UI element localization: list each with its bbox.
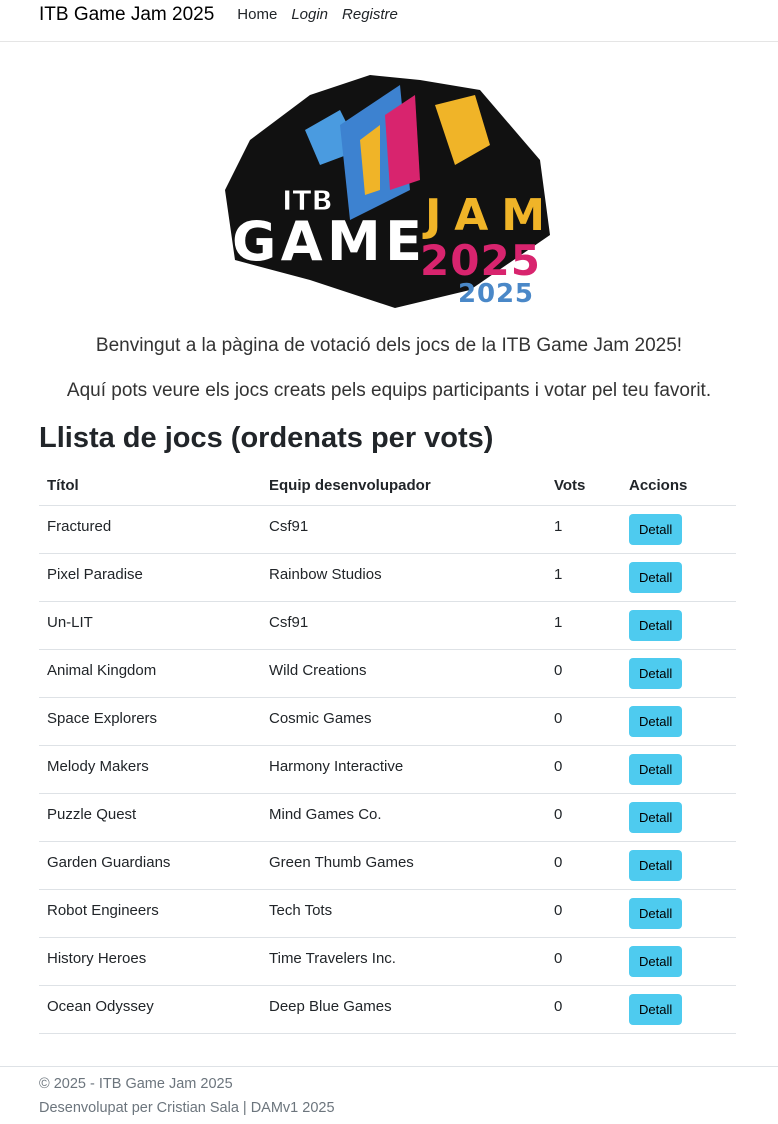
vote-count: 0 [546, 649, 621, 698]
vote-count: 0 [546, 697, 621, 746]
actions-cell: Detall [621, 985, 736, 1034]
team-name: Harmony Interactive [261, 745, 546, 794]
svg-text:JAM: JAM [422, 190, 545, 241]
header-team: Equip desenvolupador [261, 466, 546, 506]
table-row: Fractured Csf91 1 Detall [39, 505, 736, 554]
games-table: Títol Equip desenvolupador Vots Accions … [39, 466, 736, 1034]
detail-button[interactable]: Detall [629, 753, 683, 785]
actions-cell: Detall [621, 649, 736, 698]
detail-button[interactable]: Detall [629, 897, 683, 929]
header-title: Títol [39, 466, 261, 506]
table-row: Pixel Paradise Rainbow Studios 1 Detall [39, 553, 736, 602]
game-jam-logo: ITB GAME JAM 2025 2025 [225, 75, 550, 309]
detail-button[interactable]: Detall [629, 801, 683, 833]
brand-link[interactable]: ITB Game Jam 2025 [39, 4, 214, 26]
table-row: History Heroes Time Travelers Inc. 0 Detall [39, 937, 736, 986]
detail-button[interactable]: Detall [629, 945, 683, 977]
team-name: Tech Tots [261, 889, 546, 938]
table-row: Melody Makers Harmony Interactive 0 Detall [39, 745, 736, 794]
detail-button[interactable]: Detall [629, 993, 683, 1025]
table-row: Space Explorers Cosmic Games 0 Detall [39, 697, 736, 746]
detail-button[interactable]: Detall [629, 561, 683, 593]
game-title: Garden Guardians [39, 841, 261, 890]
detail-button[interactable]: Detall [629, 705, 683, 737]
navbar: ITB Game Jam 2025 Home Login Registre [0, 0, 778, 42]
table-header: Títol Equip desenvolupador Vots Accions [39, 466, 736, 506]
team-name: Mind Games Co. [261, 793, 546, 842]
nav-register[interactable]: Registre [342, 6, 398, 23]
nav-login[interactable]: Login [291, 6, 328, 23]
game-title: Fractured [39, 505, 261, 554]
team-name: Wild Creations [261, 649, 546, 698]
nav-home[interactable]: Home [237, 6, 277, 23]
header-actions: Accions [621, 466, 736, 506]
vote-count: 0 [546, 841, 621, 890]
actions-cell: Detall [621, 601, 736, 650]
footer-copyright: © 2025 - ITB Game Jam 2025 [39, 1076, 233, 1092]
table-row: Animal Kingdom Wild Creations 0 Detall [39, 649, 736, 698]
game-title: History Heroes [39, 937, 261, 986]
vote-count: 1 [546, 553, 621, 602]
vote-count: 1 [546, 601, 621, 650]
actions-cell: Detall [621, 553, 736, 602]
game-title: Un-LIT [39, 601, 261, 650]
vote-count: 0 [546, 793, 621, 842]
table-row: Ocean Odyssey Deep Blue Games 0 Detall [39, 985, 736, 1034]
actions-cell: Detall [621, 793, 736, 842]
detail-button[interactable]: Detall [629, 849, 683, 881]
detail-button[interactable]: Detall [629, 609, 683, 641]
vote-count: 0 [546, 985, 621, 1034]
footer-credits: Desenvolupat per Cristian Sala | DAMv1 2… [39, 1100, 335, 1116]
team-name: Csf91 [261, 601, 546, 650]
team-name: Csf91 [261, 505, 546, 554]
game-title: Pixel Paradise [39, 553, 261, 602]
game-title: Robot Engineers [39, 889, 261, 938]
vote-count: 0 [546, 937, 621, 986]
team-name: Cosmic Games [261, 697, 546, 746]
actions-cell: Detall [621, 841, 736, 890]
actions-cell: Detall [621, 889, 736, 938]
svg-text:2025: 2025 [420, 236, 540, 285]
detail-button[interactable]: Detall [629, 513, 683, 545]
game-title: Space Explorers [39, 697, 261, 746]
actions-cell: Detall [621, 505, 736, 554]
team-name: Deep Blue Games [261, 985, 546, 1034]
table-row: Garden Guardians Green Thumb Games 0 Detall [39, 841, 736, 890]
team-name: Green Thumb Games [261, 841, 546, 890]
intro-welcome: Benvingut a la pàgina de votació dels jo… [95, 335, 683, 356]
team-name: Rainbow Studios [261, 553, 546, 602]
svg-text:GAME: GAME [232, 210, 422, 273]
actions-cell: Detall [621, 937, 736, 986]
game-title: Ocean Odyssey [39, 985, 261, 1034]
footer: © 2025 - ITB Game Jam 2025 Desenvolupat … [0, 1066, 778, 1120]
game-title: Puzzle Quest [39, 793, 261, 842]
actions-cell: Detall [621, 745, 736, 794]
games-list-title: Llista de jocs (ordenats per vots) [39, 422, 494, 454]
intro-description: Aquí pots veure els jocs creats pels equ… [66, 380, 712, 401]
team-name: Time Travelers Inc. [261, 937, 546, 986]
vote-count: 0 [546, 889, 621, 938]
svg-text:2025: 2025 [458, 279, 533, 309]
table-row: Robot Engineers Tech Tots 0 Detall [39, 889, 736, 938]
vote-count: 1 [546, 505, 621, 554]
table-row: Un-LIT Csf91 1 Detall [39, 601, 736, 650]
header-votes: Vots [546, 466, 621, 506]
actions-cell: Detall [621, 697, 736, 746]
vote-count: 0 [546, 745, 621, 794]
game-title: Melody Makers [39, 745, 261, 794]
table-row: Puzzle Quest Mind Games Co. 0 Detall [39, 793, 736, 842]
detail-button[interactable]: Detall [629, 657, 683, 689]
game-title: Animal Kingdom [39, 649, 261, 698]
